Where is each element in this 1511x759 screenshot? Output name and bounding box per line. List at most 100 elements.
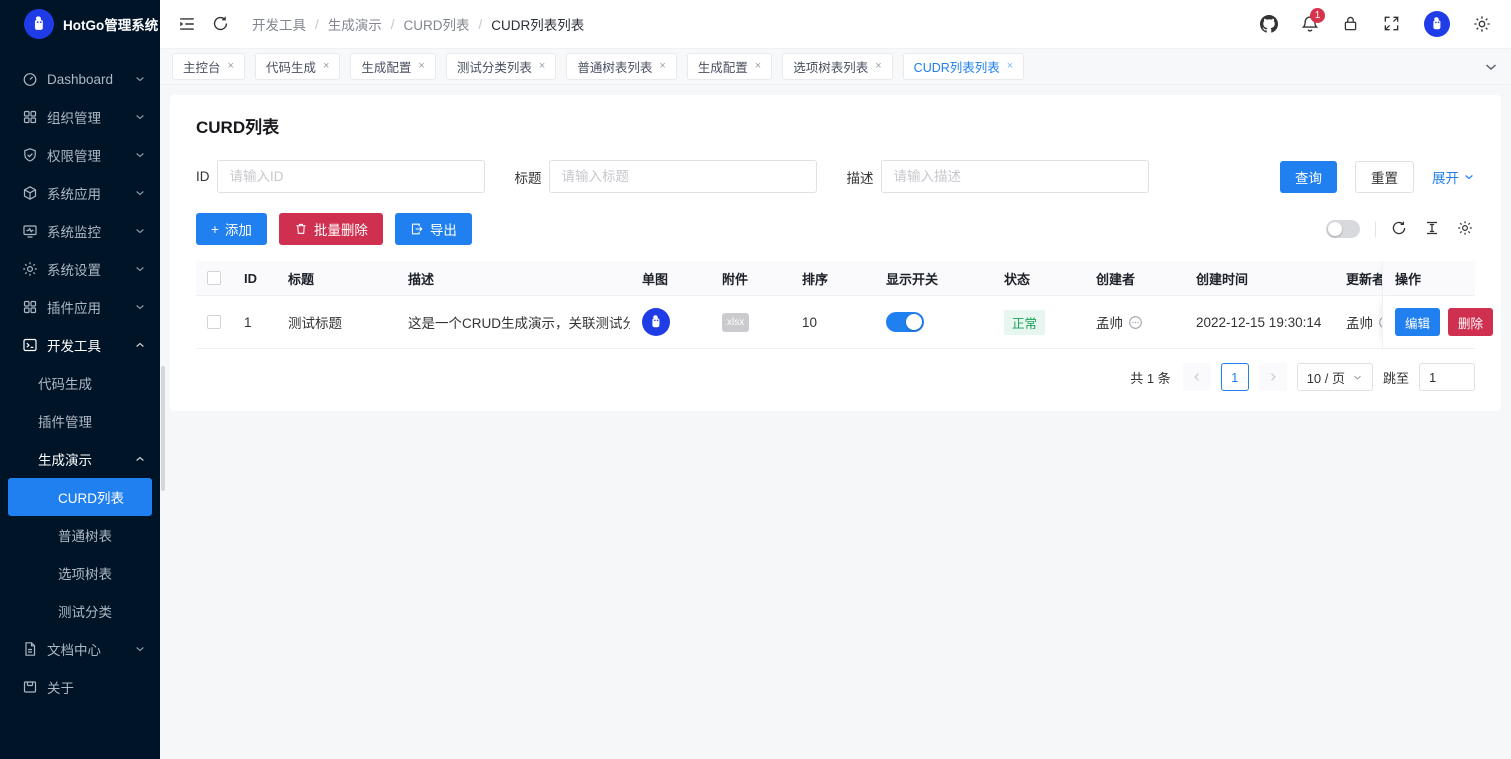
sidebar-item-plugin-app[interactable]: 插件应用 bbox=[0, 288, 160, 326]
batch-delete-button[interactable]: 批量删除 bbox=[279, 213, 383, 245]
reload-icon[interactable] bbox=[212, 15, 230, 33]
notifications-bell-icon[interactable]: 1 bbox=[1301, 15, 1319, 33]
tab-gen-config-1[interactable]: 生成配置× bbox=[350, 53, 435, 80]
user-avatar[interactable] bbox=[1424, 11, 1450, 37]
breadcrumb-item[interactable]: 开发工具 bbox=[252, 14, 306, 34]
jump-label: 跳至 bbox=[1383, 368, 1409, 387]
sidebar: HotGo管理系统 Dashboard 组织管理 权限管理 系统应用 系统监控 bbox=[0, 0, 160, 759]
cell-sort: 10 bbox=[790, 315, 874, 330]
tab-main-console[interactable]: 主控台× bbox=[172, 53, 245, 80]
column-settings-gear-icon[interactable] bbox=[1457, 220, 1475, 238]
striped-toggle[interactable] bbox=[1326, 220, 1360, 238]
sidebar-item-test-category[interactable]: 测试分类 bbox=[0, 592, 160, 630]
sidebar-item-dashboard[interactable]: Dashboard bbox=[0, 60, 160, 98]
sidebar-item-option-tree[interactable]: 选项树表 bbox=[0, 554, 160, 592]
collapse-sidebar-icon[interactable] bbox=[178, 15, 196, 33]
density-icon[interactable] bbox=[1424, 220, 1442, 238]
flag-icon bbox=[22, 679, 38, 695]
col-created-at: 创建时间 bbox=[1184, 269, 1334, 288]
tab-cudr-list-active[interactable]: CUDR列表列表× bbox=[903, 53, 1025, 80]
select-all-checkbox[interactable] bbox=[207, 271, 221, 285]
main-area: 开发工具 / 生成演示 / CURD列表 / CUDR列表列表 1 主控台× 代… bbox=[160, 0, 1511, 759]
sidebar-item-doc-center[interactable]: 文档中心 bbox=[0, 630, 160, 668]
close-icon[interactable]: × bbox=[418, 61, 424, 72]
expand-filters-link[interactable]: 展开 bbox=[1432, 167, 1475, 187]
fullscreen-icon[interactable] bbox=[1383, 15, 1401, 33]
tab-option-tree-list[interactable]: 选项树表列表× bbox=[782, 53, 892, 80]
search-button[interactable]: 查询 bbox=[1280, 161, 1337, 193]
export-icon bbox=[410, 222, 424, 236]
row-image-thumbnail[interactable] bbox=[642, 308, 670, 336]
tabbar: 主控台× 代码生成× 生成配置× 测试分类列表× 普通树表列表× 生成配置× 选… bbox=[160, 48, 1511, 85]
tab-code-gen[interactable]: 代码生成× bbox=[255, 53, 340, 80]
desc-input[interactable] bbox=[881, 160, 1149, 193]
chevron-down-icon bbox=[134, 643, 146, 655]
col-status: 状态 bbox=[992, 269, 1084, 288]
close-icon[interactable]: × bbox=[228, 61, 234, 72]
sidebar-item-plugin-manage[interactable]: 插件管理 bbox=[0, 402, 160, 440]
sidebar-item-normal-tree[interactable]: 普通树表 bbox=[0, 516, 160, 554]
row-checkbox[interactable] bbox=[207, 315, 221, 329]
tab-gen-config-2[interactable]: 生成配置× bbox=[687, 53, 772, 80]
filter-field-title: 标题 bbox=[515, 160, 817, 193]
chevron-down-icon bbox=[134, 73, 146, 85]
sidebar-item-gen-demo[interactable]: 生成演示 bbox=[0, 440, 160, 478]
tabs-dropdown-chevron-icon[interactable] bbox=[1483, 59, 1499, 75]
next-page-button[interactable] bbox=[1259, 363, 1287, 391]
page-title: CURD列表 bbox=[196, 113, 1485, 138]
delete-button[interactable]: 删除 bbox=[1448, 308, 1493, 336]
title-input[interactable] bbox=[549, 160, 817, 193]
add-button[interactable]: + 添加 bbox=[196, 213, 267, 245]
tab-normal-tree-list[interactable]: 普通树表列表× bbox=[566, 53, 676, 80]
sidebar-item-system-monitor[interactable]: 系统监控 bbox=[0, 212, 160, 250]
edit-button[interactable]: 编辑 bbox=[1395, 308, 1440, 336]
plus-icon: + bbox=[211, 222, 219, 237]
close-icon[interactable]: × bbox=[539, 61, 545, 72]
col-id: ID bbox=[232, 271, 276, 286]
app-logo-row[interactable]: HotGo管理系统 bbox=[0, 0, 160, 48]
sidebar-item-code-gen[interactable]: 代码生成 bbox=[0, 364, 160, 402]
sidebar-item-dev-tools[interactable]: 开发工具 bbox=[0, 326, 160, 364]
attachment-file-badge[interactable]: xlsx bbox=[722, 313, 749, 332]
row-display-toggle[interactable] bbox=[886, 312, 924, 332]
content-area: CURD列表 ID 标题 描述 查询 重置 bbox=[160, 85, 1511, 759]
toolbar-divider bbox=[1375, 222, 1376, 237]
tab-test-category-list[interactable]: 测试分类列表× bbox=[446, 53, 556, 80]
settings-gear-icon[interactable] bbox=[1473, 15, 1491, 33]
sidebar-item-org[interactable]: 组织管理 bbox=[0, 98, 160, 136]
chevron-down-icon bbox=[134, 301, 146, 313]
table-row: 1 测试标题 这是一个CRUD生成演示，关联测试分类 xlsx 10 正常 孟帅 bbox=[196, 296, 1475, 349]
jump-page-input[interactable] bbox=[1419, 363, 1475, 391]
monitor-icon bbox=[22, 223, 38, 239]
breadcrumb-item[interactable]: CURD列表 bbox=[404, 14, 470, 34]
prev-page-button[interactable] bbox=[1183, 363, 1211, 391]
close-icon[interactable]: × bbox=[323, 61, 329, 72]
close-icon[interactable]: × bbox=[1007, 61, 1013, 72]
id-input[interactable] bbox=[217, 160, 485, 193]
close-icon[interactable]: × bbox=[659, 61, 665, 72]
export-button[interactable]: 导出 bbox=[395, 213, 472, 245]
close-icon[interactable]: × bbox=[875, 61, 881, 72]
page-size-select[interactable]: 10 / 页 bbox=[1297, 363, 1373, 391]
close-icon[interactable]: × bbox=[755, 61, 761, 72]
sidebar-menu: Dashboard 组织管理 权限管理 系统应用 系统监控 系统设置 bbox=[0, 48, 160, 706]
col-image: 单图 bbox=[630, 269, 710, 288]
github-icon[interactable] bbox=[1260, 15, 1278, 33]
refresh-table-icon[interactable] bbox=[1391, 220, 1409, 238]
sidebar-item-system-app[interactable]: 系统应用 bbox=[0, 174, 160, 212]
topbar: 开发工具 / 生成演示 / CURD列表 / CUDR列表列表 1 bbox=[160, 0, 1511, 48]
sidebar-item-system-settings[interactable]: 系统设置 bbox=[0, 250, 160, 288]
desc-label: 描述 bbox=[847, 167, 874, 187]
sidebar-item-about[interactable]: 关于 bbox=[0, 668, 160, 706]
ellipsis-circle-icon[interactable] bbox=[1128, 315, 1143, 330]
lock-screen-icon[interactable] bbox=[1342, 15, 1360, 33]
page-number-button[interactable]: 1 bbox=[1221, 363, 1249, 391]
scrollbar-thumb[interactable] bbox=[161, 366, 165, 491]
reset-button[interactable]: 重置 bbox=[1355, 161, 1414, 193]
chevron-up-icon bbox=[134, 453, 146, 465]
sidebar-item-permission[interactable]: 权限管理 bbox=[0, 136, 160, 174]
breadcrumb-separator: / bbox=[315, 17, 319, 32]
breadcrumb-item[interactable]: 生成演示 bbox=[328, 14, 382, 34]
shield-check-icon bbox=[22, 147, 38, 163]
sidebar-item-curd-list[interactable]: CURD列表 bbox=[8, 478, 152, 516]
